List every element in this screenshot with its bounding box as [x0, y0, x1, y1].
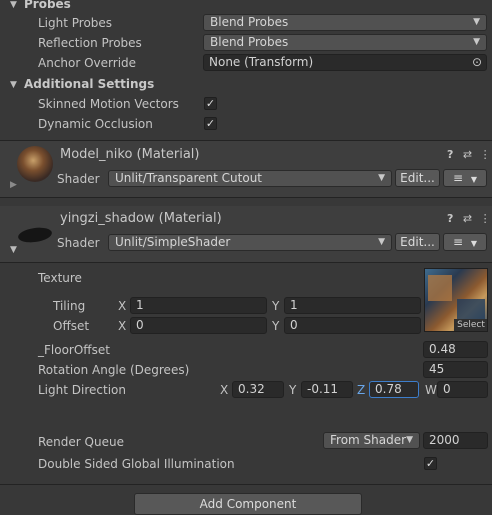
texture-thumbnail-detail	[457, 299, 485, 319]
additional-settings-header[interactable]: Additional Settings	[24, 76, 154, 92]
render-queue-dropdown[interactable]: From Shader ▼	[323, 432, 420, 449]
shader-dropdown[interactable]: Unlit/SimpleShader ▼	[108, 234, 392, 251]
chevron-down-icon: ▼	[406, 435, 413, 445]
tiling-x-field[interactable]: 1	[130, 297, 267, 314]
light-dir-z-label: Z	[357, 383, 366, 397]
section-divider	[0, 484, 492, 485]
offset-y-label: Y	[272, 319, 280, 333]
skinned-motion-vectors-checkbox[interactable]: ✓	[204, 97, 217, 110]
texture-thumbnail[interactable]: Select	[424, 268, 488, 332]
select-texture-button[interactable]: Select	[454, 319, 487, 331]
more-options-icon[interactable]: ⋮	[480, 148, 491, 161]
chevron-down-icon: ▼	[473, 17, 480, 27]
tiling-y-field[interactable]: 1	[284, 297, 421, 314]
shader-value: Unlit/SimpleShader	[115, 235, 231, 249]
more-options-icon[interactable]: ⋮	[480, 212, 491, 225]
chevron-down-icon: ▼	[470, 239, 478, 248]
shader-dropdown[interactable]: Unlit/Transparent Cutout ▼	[108, 170, 392, 187]
material-header-icons: ? ⇄ ⋮	[447, 212, 491, 225]
shader-label: Shader	[57, 172, 100, 186]
texture-thumbnail-detail	[428, 275, 452, 301]
rotation-angle-label: Rotation Angle (Degrees)	[38, 363, 190, 377]
light-dir-w-field[interactable]: 0	[437, 381, 488, 398]
light-probes-label: Light Probes	[38, 16, 113, 30]
object-picker-icon[interactable]: ⊙	[472, 55, 482, 70]
chevron-down-icon: ▼	[473, 37, 480, 47]
section-divider	[0, 262, 492, 263]
light-dir-x-field[interactable]: 0.32	[232, 381, 284, 398]
presets-icon[interactable]: ⇄	[463, 148, 472, 161]
light-dir-z-field[interactable]: 0.78	[369, 381, 419, 398]
offset-x-label: X	[118, 319, 127, 333]
light-direction-label: Light Direction	[38, 383, 126, 397]
offset-x-field[interactable]: 0	[130, 317, 267, 334]
dynamic-occlusion-checkbox[interactable]: ✓	[204, 117, 217, 130]
additional-settings-foldout-arrow[interactable]: ▼	[10, 80, 17, 90]
tiling-x-label: X	[118, 299, 127, 313]
anchor-override-value: None (Transform)	[209, 55, 314, 69]
double-sided-gi-label: Double Sided Global Illumination	[38, 457, 235, 471]
material-foldout-arrow[interactable]: ▶	[10, 180, 17, 190]
presets-icon[interactable]: ⇄	[463, 212, 472, 225]
skinned-motion-vectors-label: Skinned Motion Vectors	[38, 97, 179, 111]
shader-menu-button[interactable]: ≡ ▼	[443, 169, 487, 187]
chevron-down-icon: ▼	[378, 237, 385, 247]
render-queue-label: Render Queue	[38, 435, 124, 449]
material-header-icons: ? ⇄ ⋮	[447, 148, 491, 161]
shader-label: Shader	[57, 236, 100, 250]
material-name: Model_niko (Material)	[60, 147, 200, 162]
section-divider	[0, 197, 492, 198]
material-preview-thumbnail	[17, 146, 53, 182]
shader-value: Unlit/Transparent Cutout	[115, 171, 263, 185]
list-icon: ≡	[452, 171, 464, 185]
render-queue-mode: From Shader	[330, 433, 407, 447]
light-probes-dropdown[interactable]: Blend Probes ▼	[203, 14, 487, 31]
offset-label: Offset	[53, 319, 90, 333]
shader-menu-button[interactable]: ≡ ▼	[443, 233, 487, 251]
double-sided-gi-checkbox[interactable]: ✓	[424, 457, 437, 470]
light-dir-y-label: Y	[289, 383, 297, 397]
anchor-override-field[interactable]: None (Transform) ⊙	[203, 54, 487, 71]
floor-offset-field[interactable]: 0.48	[423, 341, 488, 358]
reflection-probes-dropdown[interactable]: Blend Probes ▼	[203, 34, 487, 51]
tiling-label: Tiling	[53, 299, 86, 313]
probes-header[interactable]: Probes	[24, 0, 71, 12]
help-icon[interactable]: ?	[447, 148, 453, 161]
light-probes-value: Blend Probes	[210, 15, 289, 29]
add-component-button[interactable]: Add Component	[134, 493, 362, 515]
rotation-angle-field[interactable]: 45	[423, 361, 488, 378]
chevron-down-icon: ▼	[470, 175, 478, 184]
light-dir-y-field[interactable]: -0.11	[301, 381, 353, 398]
render-queue-field[interactable]: 2000	[423, 432, 488, 449]
probes-foldout-arrow[interactable]: ▼	[10, 0, 17, 10]
offset-y-field[interactable]: 0	[284, 317, 421, 334]
material-foldout-arrow[interactable]: ▼	[10, 245, 17, 255]
texture-label: Texture	[38, 271, 82, 285]
reflection-probes-value: Blend Probes	[210, 35, 289, 49]
floor-offset-label: _FloorOffset	[38, 343, 110, 357]
anchor-override-label: Anchor Override	[38, 56, 137, 70]
help-icon[interactable]: ?	[447, 212, 453, 225]
edit-shader-button[interactable]: Edit...	[395, 233, 440, 251]
light-dir-x-label: X	[220, 383, 229, 397]
material-name: yingzi_shadow (Material)	[60, 211, 222, 226]
light-dir-w-label: W	[425, 383, 437, 397]
edit-shader-button[interactable]: Edit...	[395, 169, 440, 187]
chevron-down-icon: ▼	[378, 173, 385, 183]
tiling-y-label: Y	[272, 299, 280, 313]
reflection-probes-label: Reflection Probes	[38, 36, 142, 50]
dynamic-occlusion-label: Dynamic Occlusion	[38, 117, 153, 131]
list-icon: ≡	[452, 235, 464, 249]
